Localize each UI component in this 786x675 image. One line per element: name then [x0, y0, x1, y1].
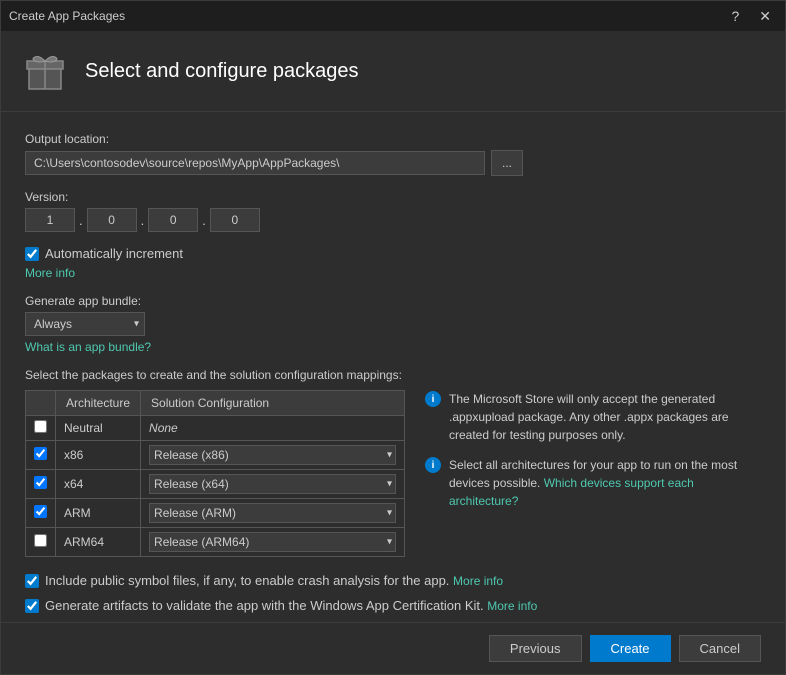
output-location-group: Output location: ...	[25, 132, 761, 176]
row-arch-neutral: Neutral	[56, 416, 141, 441]
x86-config-select[interactable]: Release (x86) Debug (x86)	[149, 445, 396, 465]
window: Create App Packages ? ✕ Select and confi…	[0, 0, 786, 675]
version-sep-1: .	[79, 213, 83, 228]
artifacts-text: Generate artifacts to validate the app w…	[45, 598, 537, 613]
row-config-x86: Release (x86) Debug (x86)	[141, 441, 405, 470]
col-check	[26, 391, 56, 416]
symbol-files-text: Include public symbol files, if any, to …	[45, 573, 503, 588]
row-arch-x86: x86	[56, 441, 141, 470]
symbol-files-row: Include public symbol files, if any, to …	[25, 573, 761, 588]
version-build[interactable]	[210, 208, 260, 232]
row-check-cell	[26, 528, 56, 557]
bundle-group: Generate app bundle: Always As needed Ne…	[25, 294, 761, 354]
info-text-2: Select all architectures for your app to…	[449, 456, 761, 510]
row-arch-arm64: ARM64	[56, 528, 141, 557]
col-arch: Architecture	[56, 391, 141, 416]
artifacts-more-info-link[interactable]: More info	[487, 599, 537, 613]
bundle-select-wrapper: Always As needed Never	[25, 312, 145, 336]
row-config-neutral: None	[141, 416, 405, 441]
version-sep-2: .	[141, 213, 145, 228]
x64-select-wrapper: Release (x64) Debug (x64)	[149, 474, 396, 494]
main-body: Output location: ... Version: . . .	[1, 112, 785, 622]
row-arch-x64: x64	[56, 470, 141, 499]
table-row: x64 Release (x64) Debug (x64)	[26, 470, 405, 499]
output-location-row: ...	[25, 150, 761, 176]
version-label: Version:	[25, 190, 761, 204]
info-item-1: i The Microsoft Store will only accept t…	[425, 390, 761, 444]
close-button[interactable]: ✕	[753, 6, 777, 27]
table-row: Neutral None	[26, 416, 405, 441]
row-config-arm: Release (ARM) Debug (ARM)	[141, 499, 405, 528]
title-bar: Create App Packages ? ✕	[1, 1, 785, 31]
info-item-2: i Select all architectures for your app …	[425, 456, 761, 510]
version-more-info-link[interactable]: More info	[25, 266, 75, 280]
cancel-button[interactable]: Cancel	[679, 635, 761, 662]
version-row: . . .	[25, 208, 761, 232]
x64-config-select[interactable]: Release (x64) Debug (x64)	[149, 474, 396, 494]
table-row: x86 Release (x86) Debug (x86)	[26, 441, 405, 470]
table-row: ARM Release (ARM) Debug (ARM)	[26, 499, 405, 528]
info-icon-1: i	[425, 391, 441, 407]
bundle-dropdown-row: Always As needed Never	[25, 312, 761, 336]
x86-select-wrapper: Release (x86) Debug (x86)	[149, 445, 396, 465]
arm64-select-wrapper: Release (ARM64) Debug (ARM64)	[149, 532, 396, 552]
version-minor[interactable]	[87, 208, 137, 232]
packages-area: Architecture Solution Configuration	[25, 390, 761, 557]
output-location-label: Output location:	[25, 132, 761, 146]
arm64-config-select[interactable]: Release (ARM64) Debug (ARM64)	[149, 532, 396, 552]
info-text-1: The Microsoft Store will only accept the…	[449, 390, 761, 444]
row-arch-arm: ARM	[56, 499, 141, 528]
version-group: Version: . . .	[25, 190, 761, 232]
artifacts-row: Generate artifacts to validate the app w…	[25, 598, 761, 613]
arm-config-select[interactable]: Release (ARM) Debug (ARM)	[149, 503, 396, 523]
arm-select-wrapper: Release (ARM) Debug (ARM)	[149, 503, 396, 523]
packages-table-container: Architecture Solution Configuration	[25, 390, 405, 557]
browse-button[interactable]: ...	[491, 150, 523, 176]
create-button[interactable]: Create	[590, 635, 671, 662]
row-checkbox-arm64[interactable]	[34, 534, 47, 547]
which-devices-link[interactable]: Which devices support each architecture?	[449, 476, 694, 508]
row-check-cell	[26, 470, 56, 499]
bundle-select[interactable]: Always As needed Never	[25, 312, 145, 336]
row-checkbox-neutral[interactable]	[34, 420, 47, 433]
row-check-cell	[26, 499, 56, 528]
symbol-files-checkbox[interactable]	[25, 574, 39, 588]
version-major[interactable]	[25, 208, 75, 232]
bundle-label: Generate app bundle:	[25, 294, 761, 308]
bottom-checkboxes: Include public symbol files, if any, to …	[25, 573, 761, 617]
page-title: Select and configure packages	[85, 60, 359, 83]
packages-table: Architecture Solution Configuration	[25, 390, 405, 557]
row-check-cell	[26, 441, 56, 470]
info-icon-2: i	[425, 457, 441, 473]
footer: Previous Create Cancel	[1, 622, 785, 674]
auto-increment-label: Automatically increment	[45, 246, 183, 261]
artifacts-checkbox[interactable]	[25, 599, 39, 613]
auto-increment-checkbox[interactable]	[25, 247, 39, 261]
version-sep-3: .	[202, 213, 206, 228]
col-config: Solution Configuration	[141, 391, 405, 416]
table-row: ARM64 Release (ARM64) Debug (ARM64)	[26, 528, 405, 557]
row-check-cell	[26, 416, 56, 441]
content: Select and configure packages Output loc…	[1, 31, 785, 674]
row-config-arm64: Release (ARM64) Debug (ARM64)	[141, 528, 405, 557]
title-bar-buttons: ? ✕	[725, 6, 777, 27]
help-button[interactable]: ?	[725, 6, 745, 26]
symbol-files-more-info-link[interactable]: More info	[453, 574, 503, 588]
row-checkbox-arm[interactable]	[34, 505, 47, 518]
output-location-input[interactable]	[25, 151, 485, 175]
row-checkbox-x64[interactable]	[34, 476, 47, 489]
auto-increment-row: Automatically increment	[25, 246, 761, 261]
package-icon	[21, 47, 69, 95]
info-panel: i The Microsoft Store will only accept t…	[425, 390, 761, 510]
packages-section: Select the packages to create and the so…	[25, 368, 761, 557]
previous-button[interactable]: Previous	[489, 635, 582, 662]
row-checkbox-x86[interactable]	[34, 447, 47, 460]
what-is-bundle-link[interactable]: What is an app bundle?	[25, 340, 151, 354]
header-section: Select and configure packages	[1, 31, 785, 112]
packages-section-label: Select the packages to create and the so…	[25, 368, 761, 382]
window-title: Create App Packages	[9, 9, 125, 23]
version-patch[interactable]	[148, 208, 198, 232]
auto-increment-group: Automatically increment More info	[25, 246, 761, 280]
row-config-x64: Release (x64) Debug (x64)	[141, 470, 405, 499]
